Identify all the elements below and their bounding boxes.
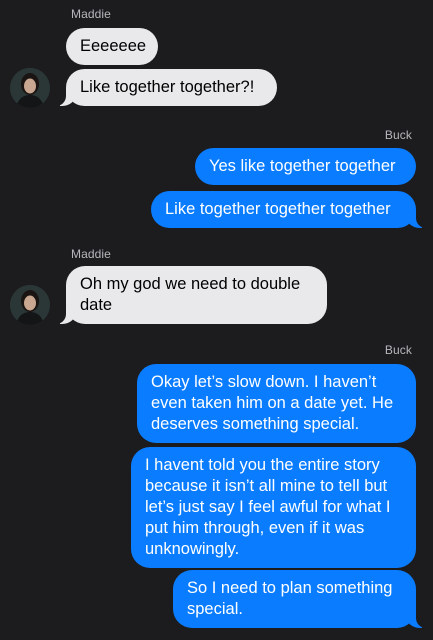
message-text: I havent told you the entire story becau… [145, 456, 391, 558]
message-text: Like together together together [165, 200, 391, 218]
contact-avatar[interactable] [10, 285, 50, 325]
message-bubble-incoming[interactable]: Like together together?! [56, 69, 277, 106]
message-bubble-outgoing[interactable]: Yes like together together [195, 148, 416, 185]
message-text: Okay let’s slow down. I haven’t even tak… [151, 373, 394, 433]
message-bubble-outgoing[interactable]: I havent told you the entire story becau… [131, 447, 416, 568]
message-bubble-outgoing[interactable]: So I need to plan something special. [173, 570, 426, 628]
contact-avatar[interactable] [10, 68, 50, 108]
message-text: So I need to plan something special. [187, 579, 393, 618]
message-bubble-outgoing[interactable]: Okay let’s slow down. I haven’t even tak… [137, 364, 416, 443]
sender-name-maddie: Maddie [71, 7, 111, 21]
message-bubble-incoming[interactable]: Eeeeeee [66, 28, 158, 65]
message-text: Oh my god we need to double date [80, 275, 301, 314]
avatar-photo-icon [10, 285, 50, 325]
message-text: Eeeeeee [80, 37, 147, 55]
message-bubble-incoming[interactable]: Oh my god we need to double date [56, 266, 327, 324]
sender-name-maddie: Maddie [71, 247, 111, 261]
message-bubble-outgoing[interactable]: Like together together together [151, 191, 426, 228]
message-text: Yes like together together [209, 157, 396, 175]
sender-name-buck: Buck [384, 343, 412, 357]
sender-name-buck: Buck [384, 128, 412, 142]
avatar-photo-icon [10, 68, 50, 108]
message-text: Like together together?! [80, 78, 255, 96]
message-thread: Maddie Eeeeeee Like together together?! … [0, 0, 433, 640]
